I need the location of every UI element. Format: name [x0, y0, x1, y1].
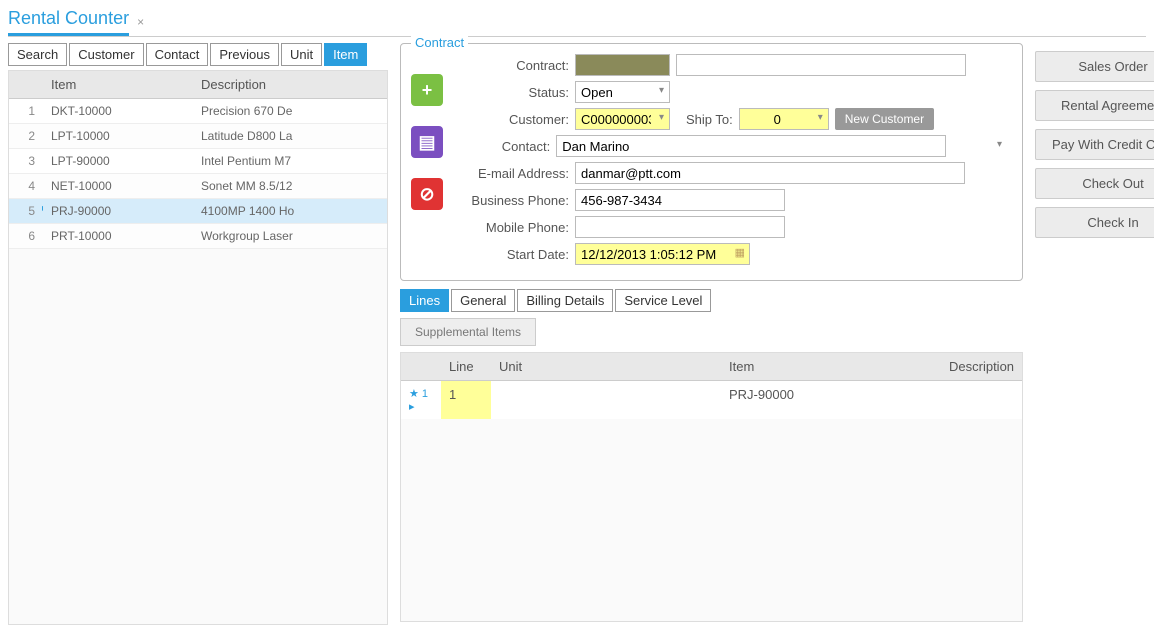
close-tab-icon[interactable]: ×: [137, 15, 144, 29]
row-item: NET-10000: [43, 174, 193, 198]
tab-search[interactable]: Search: [8, 43, 67, 66]
line-desc: [941, 381, 1022, 419]
email-field[interactable]: [575, 162, 965, 184]
lines-col-description[interactable]: Description: [941, 353, 1022, 380]
tab-unit[interactable]: Unit: [281, 43, 322, 66]
contract-id-field[interactable]: [575, 54, 670, 76]
lines-col-line[interactable]: Line: [441, 353, 491, 380]
new-customer-button[interactable]: New Customer: [835, 108, 934, 130]
rental-agreement-button[interactable]: Rental Agreement: [1035, 90, 1154, 121]
add-icon[interactable]: +: [411, 74, 443, 106]
page-title: Rental Counter: [8, 8, 129, 36]
contract-label: Contract:: [461, 58, 569, 73]
tab-contact[interactable]: Contact: [146, 43, 209, 66]
status-label: Status:: [461, 85, 569, 100]
check-out-button[interactable]: Check Out: [1035, 168, 1154, 199]
email-label: E-mail Address:: [461, 166, 569, 181]
row-number: 3: [9, 149, 43, 173]
line-ctrl[interactable]: ★ 1 ▸: [401, 381, 441, 419]
datepicker-icon[interactable]: ▦: [735, 246, 745, 259]
row-desc: Workgroup Laser: [193, 224, 387, 248]
cancel-icon[interactable]: ⊘: [411, 178, 443, 210]
calendar-icon[interactable]: ▤: [411, 126, 443, 158]
contract-desc-field[interactable]: [676, 54, 966, 76]
tab-previous[interactable]: Previous: [210, 43, 279, 66]
sales-order-button[interactable]: Sales Order: [1035, 51, 1154, 82]
row-desc: Latitude D800 La: [193, 124, 387, 148]
bphone-label: Business Phone:: [461, 193, 569, 208]
pay-with-credit-card-button[interactable]: Pay With Credit Card: [1035, 129, 1154, 160]
row-number: 4: [9, 174, 43, 198]
item-row[interactable]: 3LPT-90000Intel Pentium M7: [9, 149, 387, 174]
row-number: 2: [9, 124, 43, 148]
subtab-general[interactable]: General: [451, 289, 515, 312]
tab-item[interactable]: Item: [324, 43, 367, 66]
mobile-phone-field[interactable]: [575, 216, 785, 238]
row-desc: Precision 670 De: [193, 99, 387, 123]
start-date-field[interactable]: [575, 243, 750, 265]
tab-customer[interactable]: Customer: [69, 43, 143, 66]
row-number: 6: [9, 224, 43, 248]
item-row[interactable]: 4NET-10000Sonet MM 8.5/12: [9, 174, 387, 199]
row-item: LPT-10000: [43, 124, 193, 148]
customer-label: Customer:: [461, 112, 569, 127]
row-desc: 4100MP 1400 Ho: [193, 199, 387, 223]
check-in-button[interactable]: Check In: [1035, 207, 1154, 238]
business-phone-field[interactable]: [575, 189, 785, 211]
subtab-lines[interactable]: Lines: [400, 289, 449, 312]
row-desc: Intel Pentium M7: [193, 149, 387, 173]
col-description[interactable]: Description: [193, 71, 387, 98]
start-label: Start Date:: [461, 247, 569, 262]
col-item[interactable]: Item: [43, 71, 193, 98]
lines-col-ctrl: [401, 353, 441, 380]
row-item: PRJ-90000: [43, 199, 193, 223]
lines-col-item[interactable]: Item: [721, 353, 941, 380]
contact-select[interactable]: [556, 135, 946, 157]
lines-col-unit[interactable]: Unit: [491, 353, 721, 380]
shipto-select[interactable]: [739, 108, 829, 130]
row-number: 1: [9, 99, 43, 123]
line-item: PRJ-90000: [721, 381, 941, 419]
item-row[interactable]: 2LPT-10000Latitude D800 La: [9, 124, 387, 149]
line-unit[interactable]: [491, 381, 721, 419]
contact-label: Contact:: [461, 139, 550, 154]
item-row[interactable]: 1DKT-10000Precision 670 De: [9, 99, 387, 124]
col-number: [9, 71, 43, 98]
contract-legend: Contract: [411, 35, 468, 50]
supplemental-items-button[interactable]: Supplemental Items: [400, 318, 536, 346]
customer-select[interactable]: [575, 108, 670, 130]
row-item: PRT-10000: [43, 224, 193, 248]
line-number[interactable]: 1: [441, 381, 491, 419]
row-item: DKT-10000: [43, 99, 193, 123]
row-item: LPT-90000: [43, 149, 193, 173]
subtab-billing-details[interactable]: Billing Details: [517, 289, 613, 312]
shipto-label: Ship To:: [686, 112, 733, 127]
item-row[interactable]: 5PRJ-900004100MP 1400 Ho: [9, 199, 387, 224]
item-row[interactable]: 6PRT-10000Workgroup Laser: [9, 224, 387, 249]
row-number: 5: [9, 199, 43, 223]
subtab-service-level[interactable]: Service Level: [615, 289, 711, 312]
line-row[interactable]: ★ 1 ▸1 PRJ-90000: [401, 381, 1022, 419]
row-desc: Sonet MM 8.5/12: [193, 174, 387, 198]
status-select[interactable]: [575, 81, 670, 103]
mphone-label: Mobile Phone:: [461, 220, 569, 235]
